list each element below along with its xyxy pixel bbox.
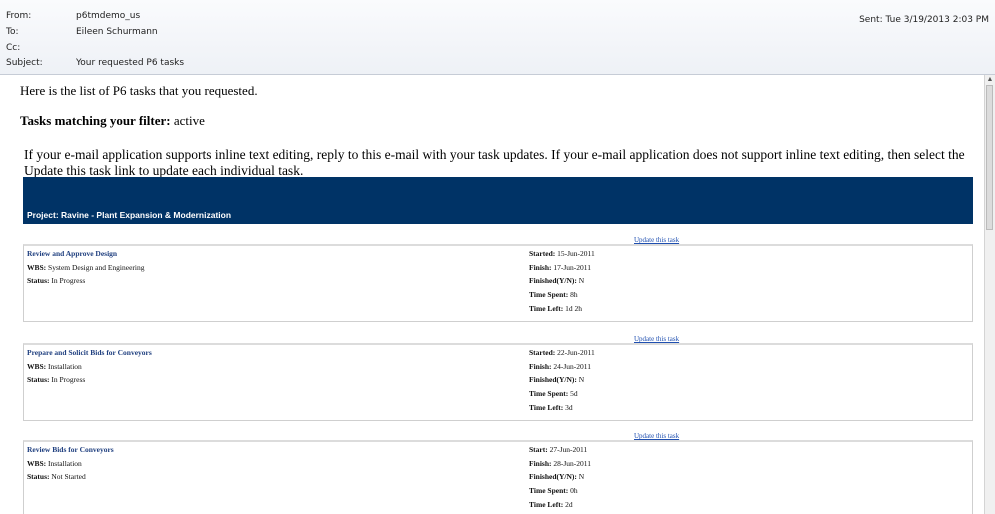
to-label: To:: [6, 27, 19, 37]
wbs-label: WBS:: [27, 263, 47, 272]
time-left-value: 3d: [565, 403, 573, 412]
filter-value: active: [173, 113, 205, 128]
task-time-left: Time Left: 3d: [529, 403, 573, 412]
time-spent-label: Time Spent:: [529, 486, 569, 495]
task-start: Start: 27-Jun-2011: [529, 445, 587, 454]
time-spent-value: 5d: [570, 389, 578, 398]
sent-label: Sent:: [859, 15, 883, 25]
task-time-left: Time Left: 1d 2h: [529, 304, 582, 313]
finish-label: Finish:: [529, 459, 552, 468]
start-value: 27-Jun-2011: [549, 445, 588, 454]
finish-value: 17-Jun-2011: [553, 263, 592, 272]
task-finish: Finish: 28-Jun-2011: [529, 459, 591, 468]
task-time-spent: Time Spent: 5d: [529, 389, 578, 398]
email-header: From: p6tmdemo_us To: Eileen Schurmann C…: [0, 0, 995, 75]
sent-info: Sent: Tue 3/19/2013 2:03 PM: [859, 15, 989, 25]
task-status: Status: In Progress: [27, 375, 85, 384]
time-spent-value: 0h: [570, 486, 578, 495]
task-start: Started: 22-Jun-2011: [529, 348, 595, 357]
time-left-value: 1d 2h: [565, 304, 582, 313]
vertical-scrollbar[interactable]: ▲: [984, 75, 995, 514]
start-label: Started:: [529, 249, 556, 258]
project-title: Project: Ravine - Plant Expansion & Mode…: [27, 210, 232, 220]
scrollbar-thumb[interactable]: [986, 85, 993, 230]
time-left-value: 2d: [565, 500, 573, 509]
update-task-link[interactable]: Update this task: [634, 236, 679, 244]
project-banner: Project: Ravine - Plant Expansion & Mode…: [23, 177, 973, 224]
email-body: Here is the list of P6 tasks that you re…: [0, 75, 985, 514]
status-value: In Progress: [51, 375, 86, 384]
task-finished: Finished(Y/N): N: [529, 276, 584, 285]
finished-label: Finished(Y/N):: [529, 276, 577, 285]
task-start: Started: 15-Jun-2011: [529, 249, 595, 258]
update-task-link[interactable]: Update this task: [634, 335, 679, 343]
start-value: 15-Jun-2011: [557, 249, 595, 258]
time-left-label: Time Left:: [529, 304, 564, 313]
cc-label: Cc:: [6, 43, 21, 53]
wbs-label: WBS:: [27, 362, 47, 371]
to-value[interactable]: Eileen Schurmann: [76, 27, 158, 37]
status-value: In Progress: [51, 276, 86, 285]
time-spent-label: Time Spent:: [529, 389, 569, 398]
subject-label: Subject:: [6, 58, 43, 68]
task-time-spent: Time Spent: 8h: [529, 290, 578, 299]
task-finish: Finish: 24-Jun-2011: [529, 362, 591, 371]
wbs-value: Installation: [48, 362, 82, 371]
task-card: Review Bids for Conveyors WBS: Installat…: [23, 440, 973, 514]
start-value: 22-Jun-2011: [557, 348, 595, 357]
intro-text: Here is the list of P6 tasks that you re…: [20, 83, 258, 98]
status-label: Status:: [27, 472, 50, 481]
status-label: Status:: [27, 276, 50, 285]
task-time-left: Time Left: 2d: [529, 500, 573, 509]
finish-value: 28-Jun-2011: [553, 459, 592, 468]
task-name: Review and Approve Design: [27, 249, 118, 258]
finish-label: Finish:: [529, 362, 552, 371]
wbs-value: System Design and Engineering: [48, 263, 145, 272]
wbs-value: Installation: [48, 459, 82, 468]
task-time-spent: Time Spent: 0h: [529, 486, 578, 495]
finished-label: Finished(Y/N):: [529, 375, 577, 384]
task-status: Status: In Progress: [27, 276, 85, 285]
task-wbs: WBS: Installation: [27, 362, 82, 371]
start-label: Started:: [529, 348, 556, 357]
task-card: Prepare and Solicit Bids for Conveyors W…: [23, 343, 973, 421]
time-left-label: Time Left:: [529, 403, 564, 412]
time-spent-value: 8h: [570, 290, 578, 299]
task-finished: Finished(Y/N): N: [529, 375, 584, 384]
filter-line: Tasks matching your filter: active: [20, 113, 205, 129]
time-left-label: Time Left:: [529, 500, 564, 509]
subject-value: Your requested P6 tasks: [76, 58, 185, 68]
scroll-up-arrow-icon[interactable]: ▲: [985, 75, 995, 85]
filter-label: Tasks matching your filter:: [20, 113, 171, 128]
task-wbs: WBS: System Design and Engineering: [27, 263, 145, 272]
finished-value: N: [578, 375, 585, 384]
status-label: Status:: [27, 375, 50, 384]
update-task-link[interactable]: Update this task: [634, 432, 679, 440]
start-label: Start:: [529, 445, 548, 454]
finished-label: Finished(Y/N):: [529, 472, 577, 481]
finished-value: N: [578, 276, 585, 285]
finish-label: Finish:: [529, 263, 552, 272]
task-finished: Finished(Y/N): N: [529, 472, 584, 481]
finish-value: 24-Jun-2011: [553, 362, 592, 371]
wbs-label: WBS:: [27, 459, 47, 468]
sent-value: Tue 3/19/2013 2:03 PM: [885, 15, 989, 25]
task-card: Review and Approve Design WBS: System De…: [23, 244, 973, 322]
from-label: From:: [6, 11, 32, 21]
instructions-text: If your e-mail application supports inli…: [24, 147, 965, 178]
task-wbs: WBS: Installation: [27, 459, 82, 468]
task-status: Status: Not Started: [27, 472, 86, 481]
status-value: Not Started: [51, 472, 86, 481]
time-spent-label: Time Spent:: [529, 290, 569, 299]
task-name: Review Bids for Conveyors: [27, 445, 114, 454]
task-name: Prepare and Solicit Bids for Conveyors: [27, 348, 152, 357]
from-value[interactable]: p6tmdemo_us: [76, 11, 140, 21]
finished-value: N: [578, 472, 585, 481]
task-finish: Finish: 17-Jun-2011: [529, 263, 591, 272]
